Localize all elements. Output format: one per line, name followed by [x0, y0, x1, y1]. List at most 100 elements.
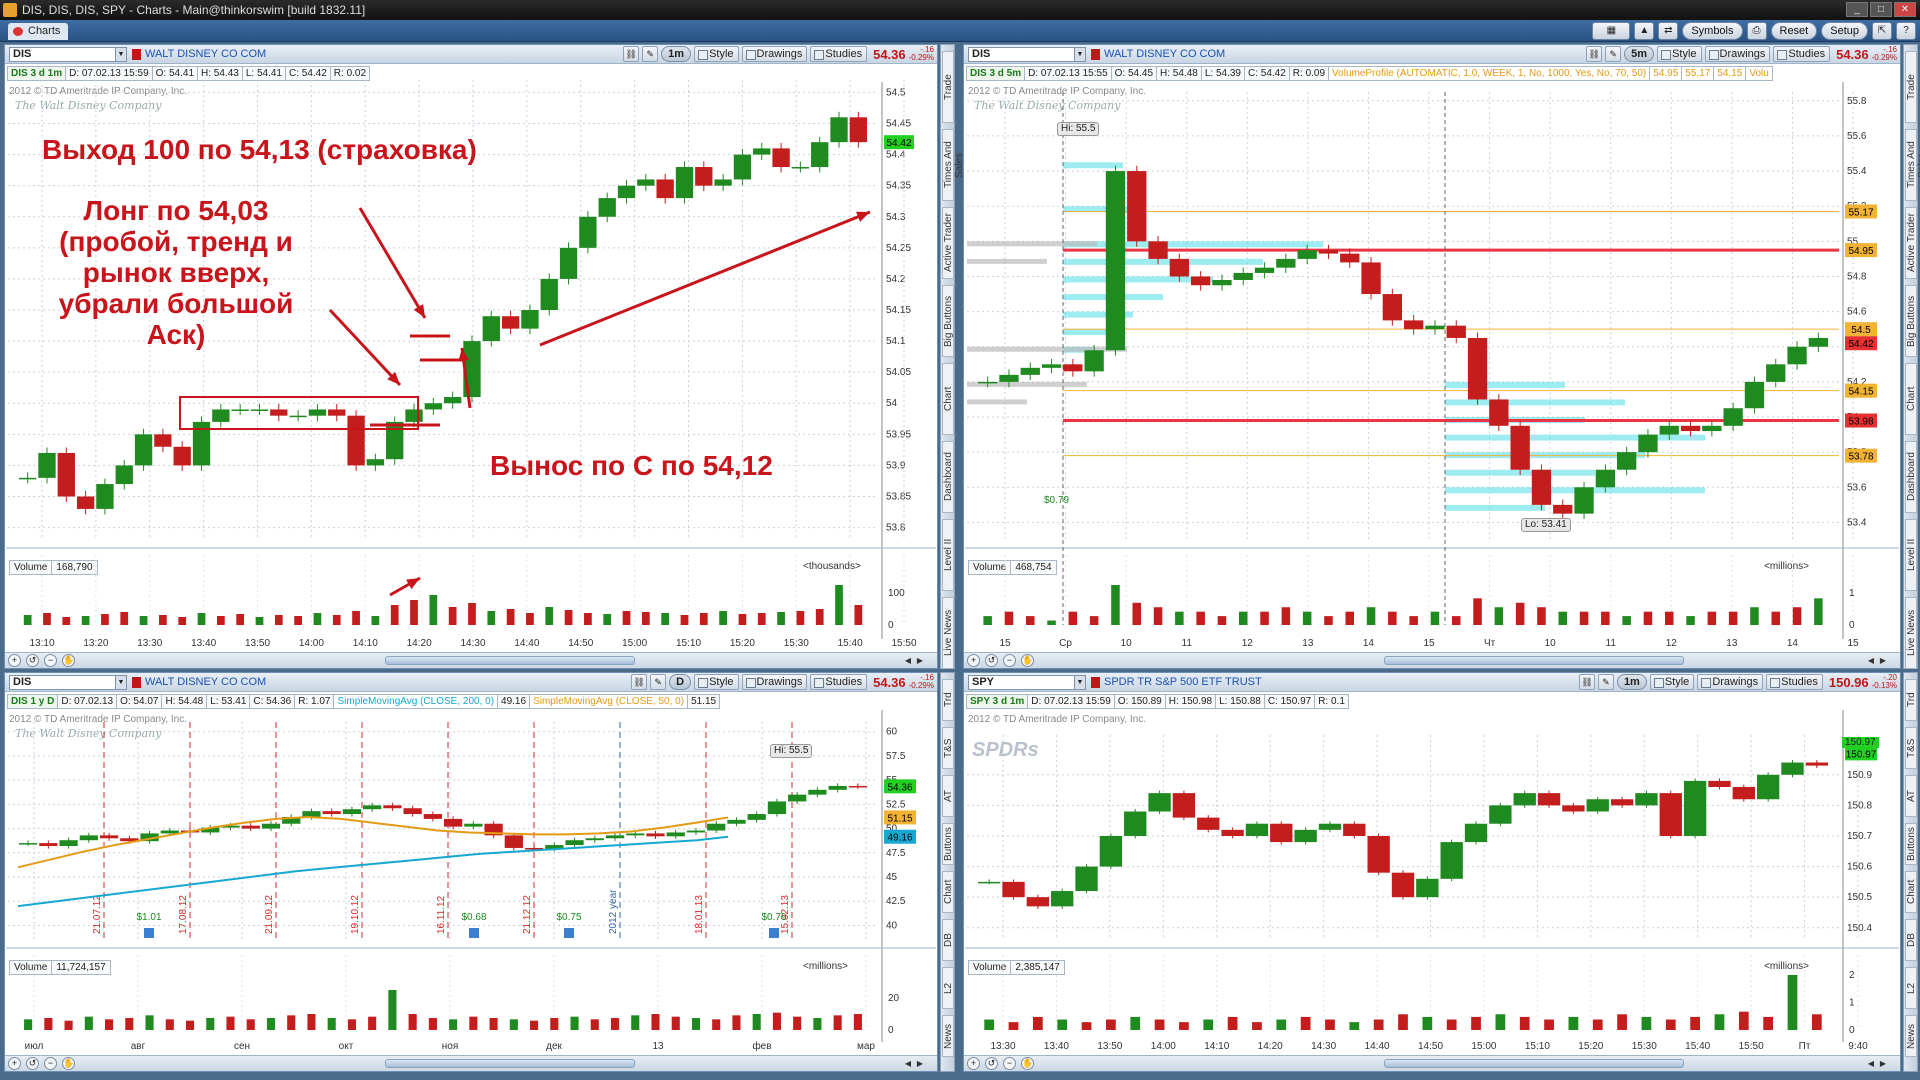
zoom-out-icon[interactable]: −: [1003, 654, 1016, 667]
drawings-button[interactable]: Drawings: [1704, 46, 1771, 62]
zoom-out-icon[interactable]: −: [1003, 1057, 1016, 1070]
timeframe-button[interactable]: 1m: [1616, 674, 1647, 690]
edit-icon[interactable]: ✎: [650, 674, 667, 690]
pan-icon[interactable]: ✋: [1021, 1057, 1034, 1070]
link-icon[interactable]: ⛓: [1578, 674, 1595, 690]
drawings-button[interactable]: Drawings: [741, 674, 808, 690]
timeframe-button[interactable]: D: [669, 674, 692, 690]
reset-button[interactable]: Reset: [1770, 22, 1818, 40]
timeframe-button[interactable]: 1m: [661, 46, 692, 62]
symbol-input[interactable]: DIS ▼: [9, 47, 127, 62]
sidebar-item-4[interactable]: Chart: [1905, 871, 1917, 913]
minimize-button[interactable]: _: [1846, 2, 1868, 17]
scroll-left-icon[interactable]: ◀: [903, 655, 913, 666]
sidebar-item-4[interactable]: Chart: [942, 871, 954, 913]
link-icon[interactable]: ⛓: [631, 674, 648, 690]
sidebar-item-3[interactable]: Big Buttons: [942, 285, 954, 357]
pan-icon[interactable]: ✋: [62, 1057, 75, 1070]
sidebar-item-4[interactable]: Chart: [942, 363, 954, 435]
scroll-right-icon[interactable]: ▶: [915, 655, 925, 666]
sidebar-item-7[interactable]: Live News: [1905, 597, 1917, 669]
horizontal-scrollbar[interactable]: [385, 1059, 635, 1068]
scroll-right-icon[interactable]: ▶: [1878, 1058, 1888, 1069]
link-icon[interactable]: ⛓: [1586, 46, 1603, 62]
zoom-reset-icon[interactable]: ↺: [26, 1057, 39, 1070]
studies-button[interactable]: Studies: [810, 674, 868, 690]
sidebar-item-1[interactable]: T&S: [942, 727, 954, 769]
zoom-out-icon[interactable]: −: [44, 1057, 57, 1070]
sidebar-item-2[interactable]: AT: [1905, 775, 1917, 817]
style-button[interactable]: Style: [694, 674, 739, 690]
zoom-reset-icon[interactable]: ↺: [985, 1057, 998, 1070]
scroll-left-icon[interactable]: ◀: [903, 1058, 913, 1069]
sidebar-item-5[interactable]: DB: [942, 919, 954, 961]
sidebar-item-4[interactable]: Chart: [1905, 363, 1917, 435]
sidebar-item-6[interactable]: L2: [1905, 967, 1917, 1009]
sidebar-item-2[interactable]: Active Trader: [942, 207, 954, 279]
sidebar-item-7[interactable]: News: [1905, 1015, 1917, 1057]
flag-icon[interactable]: [1091, 49, 1100, 60]
sidebar-item-3[interactable]: Big Buttons: [1905, 285, 1917, 357]
maximize-button[interactable]: □: [1870, 2, 1892, 17]
sidebar-item-0[interactable]: Trd: [942, 679, 954, 721]
symbol-input[interactable]: DIS ▼: [9, 675, 127, 690]
sidebar-item-1[interactable]: Times And Sales: [1905, 129, 1920, 201]
studies-button[interactable]: Studies: [810, 46, 868, 62]
zoom-in-icon[interactable]: +: [967, 1057, 980, 1070]
edit-icon[interactable]: ✎: [642, 46, 659, 62]
horizontal-scrollbar[interactable]: [385, 656, 635, 665]
sidebar-item-5[interactable]: Dashboard: [942, 441, 954, 513]
studies-button[interactable]: Studies: [1766, 674, 1823, 690]
sidebar-item-5[interactable]: Dashboard: [1905, 441, 1917, 513]
link-icon[interactable]: ⇄: [1658, 22, 1679, 40]
sidebar-item-2[interactable]: Active Trader: [1905, 207, 1917, 279]
sidebar-item-3[interactable]: Buttons: [942, 823, 954, 865]
studies-button[interactable]: Studies: [1773, 46, 1831, 62]
zoom-out-icon[interactable]: −: [44, 654, 57, 667]
sidebar-item-2[interactable]: AT: [942, 775, 954, 817]
flag-icon[interactable]: [132, 677, 141, 688]
grid-layout-button[interactable]: ▦: [1592, 22, 1631, 40]
scroll-right-icon[interactable]: ▶: [915, 1058, 925, 1069]
flag-icon[interactable]: [1091, 677, 1100, 688]
tab-charts[interactable]: Charts: [8, 23, 69, 40]
symbol-input[interactable]: SPY ▼: [968, 675, 1086, 690]
sidebar-item-7[interactable]: Live News: [942, 597, 954, 669]
style-button[interactable]: Style: [1649, 674, 1695, 690]
pan-icon[interactable]: ✋: [62, 654, 75, 667]
symbol-dropdown-icon[interactable]: ▼: [115, 48, 126, 61]
sidebar-item-5[interactable]: DB: [1905, 919, 1917, 961]
sidebar-item-0[interactable]: Trade: [942, 51, 954, 123]
symbol-dropdown-icon[interactable]: ▼: [1074, 676, 1085, 689]
detach-icon[interactable]: ⇱: [1872, 22, 1892, 40]
scroll-right-icon[interactable]: ▶: [1878, 655, 1888, 666]
sidebar-item-6[interactable]: Level II: [1905, 519, 1917, 591]
style-button[interactable]: Style: [694, 46, 739, 62]
sidebar-item-6[interactable]: L2: [942, 967, 954, 1009]
drawings-button[interactable]: Drawings: [741, 46, 808, 62]
sidebar-item-6[interactable]: Level II: [942, 519, 954, 591]
symbol-input[interactable]: DIS ▼: [968, 47, 1086, 62]
scroll-left-icon[interactable]: ◀: [1866, 655, 1876, 666]
zoom-reset-icon[interactable]: ↺: [26, 654, 39, 667]
link-icon[interactable]: ⛓: [623, 46, 640, 62]
drawings-button[interactable]: Drawings: [1697, 674, 1764, 690]
horizontal-scrollbar[interactable]: [1384, 1059, 1684, 1068]
horizontal-scrollbar[interactable]: [1384, 656, 1684, 665]
sidebar-item-3[interactable]: Buttons: [1905, 823, 1917, 865]
sidebar-item-0[interactable]: Trade: [1905, 51, 1917, 123]
sidebar-item-7[interactable]: News: [942, 1015, 954, 1057]
zoom-reset-icon[interactable]: ↺: [985, 654, 998, 667]
symbols-button[interactable]: Symbols: [1682, 22, 1743, 40]
sidebar-item-1[interactable]: T&S: [1905, 727, 1917, 769]
edit-icon[interactable]: ✎: [1597, 674, 1614, 690]
close-button[interactable]: ✕: [1894, 2, 1916, 17]
style-button[interactable]: Style: [1657, 46, 1702, 62]
setup-button[interactable]: Setup: [1821, 22, 1868, 40]
flag-icon[interactable]: [132, 49, 141, 60]
zoom-in-icon[interactable]: +: [8, 654, 21, 667]
symbol-dropdown-icon[interactable]: ▼: [1074, 48, 1085, 61]
symbol-dropdown-icon[interactable]: ▼: [115, 676, 126, 689]
sidebar-item-1[interactable]: Times And Sales: [942, 129, 965, 201]
help-icon[interactable]: ?: [1896, 22, 1916, 40]
